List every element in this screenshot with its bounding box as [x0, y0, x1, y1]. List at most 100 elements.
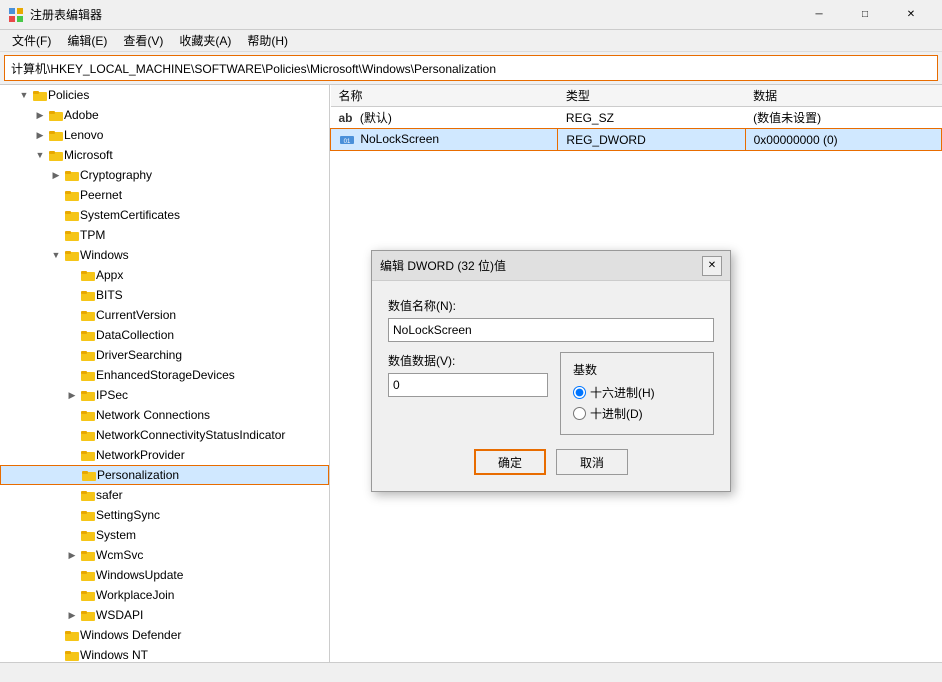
close-button[interactable]: ✕ — [888, 0, 934, 30]
tree-item-microsoft[interactable]: ▼ Microsoft — [0, 145, 329, 165]
folder-icon-driversearching — [80, 347, 96, 363]
dialog-confirm-button[interactable]: 确定 — [474, 449, 546, 475]
maximize-button[interactable]: □ — [842, 0, 888, 30]
svg-text:01: 01 — [344, 139, 351, 145]
folder-icon-wsdapi — [80, 607, 96, 623]
folder-icon-bits — [80, 287, 96, 303]
tree-item-workplacejoin[interactable]: ▶ WorkplaceJoin — [0, 585, 329, 605]
label-adobe: Adobe — [64, 108, 325, 122]
tree-item-currentversion[interactable]: ▶ CurrentVersion — [0, 305, 329, 325]
tree-item-networkprovider[interactable]: ▶ NetworkProvider — [0, 445, 329, 465]
folder-icon-appx — [80, 267, 96, 283]
label-ncsi: NetworkConnectivityStatusIndicator — [96, 428, 325, 442]
nolockscreen-name: NoLockScreen — [360, 132, 439, 146]
label-cryptography: Cryptography — [80, 168, 325, 182]
folder-icon-tpm — [64, 227, 80, 243]
dialog-dec-label: 十进制(D) — [590, 405, 643, 422]
dialog-data-input[interactable] — [388, 373, 548, 397]
dialog-hex-row[interactable]: 十六进制(H) — [573, 384, 701, 401]
expand-cryptography[interactable]: ▶ — [48, 167, 64, 183]
label-networkconnections: Network Connections — [96, 408, 325, 422]
expand-wcmsvc[interactable]: ▶ — [64, 547, 80, 563]
tree-item-system[interactable]: ▶ System — [0, 525, 329, 545]
tree-item-ipsec[interactable]: ▶ IPSec — [0, 385, 329, 405]
minimize-button[interactable]: ─ — [796, 0, 842, 30]
menu-edit[interactable]: 编辑(E) — [59, 30, 115, 51]
expand-ipsec[interactable]: ▶ — [64, 387, 80, 403]
tree-item-windowsdefender[interactable]: ▶ Windows Defender — [0, 625, 329, 645]
tree-item-networkconnections[interactable]: ▶ Network Connections — [0, 405, 329, 425]
tree-item-safer[interactable]: ▶ safer — [0, 485, 329, 505]
tree-item-tpm[interactable]: ▶ TPM — [0, 225, 329, 245]
dialog-hex-radio[interactable] — [573, 386, 586, 399]
folder-icon-microsoft — [48, 147, 64, 163]
dialog-data-label: 数值数据(V): — [388, 352, 548, 369]
tree-item-peernet[interactable]: ▶ Peernet — [0, 185, 329, 205]
tree-item-driversearching[interactable]: ▶ DriverSearching — [0, 345, 329, 365]
folder-icon-datacollection — [80, 327, 96, 343]
tree-item-wsdapi[interactable]: ▶ WSDAPI — [0, 605, 329, 625]
label-windowsupdate: WindowsUpdate — [96, 568, 325, 582]
title-bar: 注册表编辑器 ─ □ ✕ — [0, 0, 942, 30]
folder-icon-system — [80, 527, 96, 543]
dialog-name-label: 数值名称(N): — [388, 297, 714, 314]
folder-icon-networkprovider — [80, 447, 96, 463]
label-bits: BITS — [96, 288, 325, 302]
expand-lenovo[interactable]: ▶ — [32, 127, 48, 143]
label-tpm: TPM — [80, 228, 325, 242]
dialog-name-input[interactable] — [388, 318, 714, 342]
folder-icon-lenovo — [48, 127, 64, 143]
address-bar[interactable]: 计算机\HKEY_LOCAL_MACHINE\SOFTWARE\Policies… — [4, 55, 938, 81]
expand-wsdapi[interactable]: ▶ — [64, 607, 80, 623]
tree-item-windows[interactable]: ▼ Windows — [0, 245, 329, 265]
expand-windows[interactable]: ▼ — [48, 247, 64, 263]
label-lenovo: Lenovo — [64, 128, 325, 142]
registry-table: 名称 类型 数据 ab (默认) REG_SZ (数值未设置) — [330, 85, 942, 151]
col-name: 名称 — [331, 85, 558, 107]
dialog-data-row: 数值数据(V): 基数 十六进制(H) 十进制(D) — [388, 352, 714, 435]
registry-row-default[interactable]: ab (默认) REG_SZ (数值未设置) — [331, 107, 942, 129]
dialog-dec-row[interactable]: 十进制(D) — [573, 405, 701, 422]
tree-item-cryptography[interactable]: ▶ Cryptography — [0, 165, 329, 185]
registry-row-nolockscreen[interactable]: 01 NoLockScreen REG_DWORD 0x00000000 (0) — [331, 129, 942, 151]
tree-item-windowsnt[interactable]: ▶ Windows NT — [0, 645, 329, 662]
tree-item-policies[interactable]: ▼ Policies — [0, 85, 329, 105]
label-windowsnt: Windows NT — [80, 648, 325, 662]
tree-item-appx[interactable]: ▶ Appx — [0, 265, 329, 285]
menu-help[interactable]: 帮助(H) — [239, 30, 296, 51]
default-name: (默认) — [360, 111, 392, 125]
label-windows: Windows — [80, 248, 325, 262]
expand-microsoft[interactable]: ▼ — [32, 147, 48, 163]
dialog-base-label: 基数 — [573, 361, 701, 378]
tree-item-enhancedstoragedevices[interactable]: ▶ EnhancedStorageDevices — [0, 365, 329, 385]
menu-view[interactable]: 查看(V) — [115, 30, 171, 51]
tree-item-wcmsvc[interactable]: ▶ WcmSvc — [0, 545, 329, 565]
tree-item-networkconnectivitystatusindicator[interactable]: ▶ NetworkConnectivityStatusIndicator — [0, 425, 329, 445]
tree-item-adobe[interactable]: ▶ Adobe — [0, 105, 329, 125]
tree-item-datacollection[interactable]: ▶ DataCollection — [0, 325, 329, 345]
registry-tree[interactable]: ▼ Policies ▶ Adobe ▶ Lenovo ▼ Microsoft … — [0, 85, 330, 662]
folder-icon-currentversion — [80, 307, 96, 323]
tree-item-settingsync[interactable]: ▶ SettingSync — [0, 505, 329, 525]
dword-icon: 01 — [339, 132, 355, 148]
expand-adobe[interactable]: ▶ — [32, 107, 48, 123]
dialog-dec-radio[interactable] — [573, 407, 586, 420]
menu-file[interactable]: 文件(F) — [4, 30, 59, 51]
label-currentversion: CurrentVersion — [96, 308, 325, 322]
dialog-cancel-button[interactable]: 取消 — [556, 449, 628, 475]
dialog-close-button[interactable]: ✕ — [702, 256, 722, 276]
tree-item-systemcertificates[interactable]: ▶ SystemCertificates — [0, 205, 329, 225]
dialog-title-bar: 编辑 DWORD (32 位)值 ✕ — [372, 251, 730, 281]
tree-item-lenovo[interactable]: ▶ Lenovo — [0, 125, 329, 145]
dialog-title: 编辑 DWORD (32 位)值 — [380, 257, 506, 274]
tree-item-windowsupdate[interactable]: ▶ WindowsUpdate — [0, 565, 329, 585]
label-windowsdefender: Windows Defender — [80, 628, 325, 642]
tree-item-bits[interactable]: ▶ BITS — [0, 285, 329, 305]
tree-item-personalization[interactable]: ▶ Personalization — [0, 465, 329, 485]
label-appx: Appx — [96, 268, 325, 282]
menu-favorites[interactable]: 收藏夹(A) — [171, 30, 239, 51]
expand-policies[interactable]: ▼ — [16, 87, 32, 103]
dialog-name-row: 数值名称(N): — [388, 297, 714, 342]
folder-icon-enhancedstoragedevices — [80, 367, 96, 383]
folder-icon-cryptography — [64, 167, 80, 183]
